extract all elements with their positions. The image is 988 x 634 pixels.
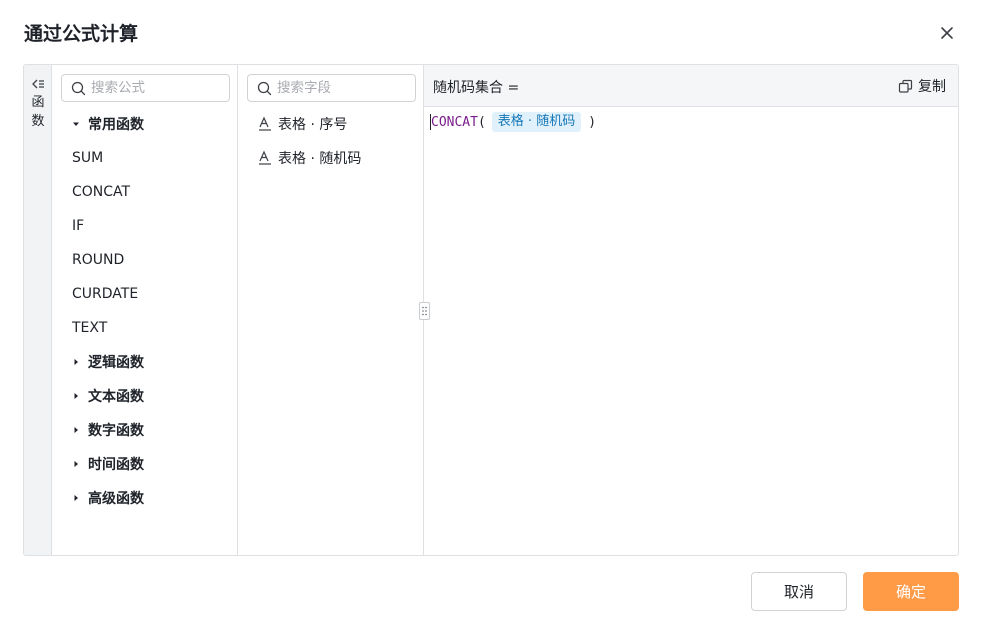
function-item-concat[interactable]: CONCAT <box>52 175 237 209</box>
formula-function-name: CONCAT <box>431 114 478 130</box>
formula-field-token[interactable]: 表格 · 随机码 <box>491 112 582 132</box>
function-group-advanced[interactable]: 高级函数 <box>52 481 237 515</box>
function-search-box <box>61 74 230 102</box>
field-item-random-code[interactable]: 表格 · 随机码 <box>238 141 423 175</box>
function-item-round[interactable]: ROUND <box>52 243 237 277</box>
function-panel-toggle-label: 函数 <box>31 95 45 129</box>
copy-label: 复制 <box>918 79 946 95</box>
caret-right-icon <box>74 495 78 501</box>
function-group-text[interactable]: 文本函数 <box>52 379 237 413</box>
caret-right-icon <box>74 393 78 399</box>
function-list: 常用函数 SUM CONCAT IF ROUND CURDATE TEXT 逻辑… <box>52 107 237 515</box>
function-group-label: 文本函数 <box>88 389 144 405</box>
function-group-common[interactable]: 常用函数 <box>52 107 237 141</box>
formula-editor: 随机码集合 = 复制 CONCAT ( 表格 · 随机码 ) <box>424 65 958 555</box>
copy-icon <box>898 79 913 93</box>
function-group-label: 时间函数 <box>88 457 144 473</box>
function-group-label: 数字函数 <box>88 423 144 439</box>
field-item-label: 表格 · 随机码 <box>278 151 362 167</box>
column-resize-handle[interactable] <box>419 302 430 320</box>
caret-right-icon <box>74 427 78 433</box>
formula-panel: 函数 常用函数 SUM CONCAT IF ROUND CURDATE TEXT… <box>23 64 959 556</box>
function-item-sum[interactable]: SUM <box>52 141 237 175</box>
function-item-text[interactable]: TEXT <box>52 311 237 345</box>
field-search-input[interactable] <box>277 75 413 101</box>
formula-close-paren: ) <box>588 114 597 130</box>
field-search-box <box>247 74 416 102</box>
editor-header: 随机码集合 = 复制 <box>424 65 958 107</box>
close-icon <box>941 27 953 39</box>
formula-open-paren: ( <box>477 114 486 130</box>
close-button[interactable] <box>936 22 958 44</box>
drag-handle-icon <box>422 306 427 316</box>
function-group-time[interactable]: 时间函数 <box>52 447 237 481</box>
function-group-label: 高级函数 <box>88 491 144 507</box>
caret-down-icon <box>73 122 79 126</box>
field-item-serial[interactable]: 表格 · 序号 <box>238 107 423 141</box>
function-item-if[interactable]: IF <box>52 209 237 243</box>
field-list: 表格 · 序号 表格 · 随机码 <box>238 107 423 175</box>
function-panel-toggle[interactable]: 函数 <box>24 65 52 555</box>
result-field-label: 随机码集合 = <box>433 80 520 96</box>
function-search-input[interactable] <box>91 75 227 101</box>
field-item-label: 表格 · 序号 <box>278 117 348 133</box>
dialog-title: 通过公式计算 <box>24 23 139 45</box>
function-group-logic[interactable]: 逻辑函数 <box>52 345 237 379</box>
function-group-label: 逻辑函数 <box>88 355 144 371</box>
collapse-left-icon <box>32 79 44 89</box>
caret-right-icon <box>74 461 78 467</box>
field-list-column: 表格 · 序号 表格 · 随机码 <box>238 65 424 555</box>
function-group-label: 常用函数 <box>88 117 144 133</box>
copy-button[interactable]: 复制 <box>898 76 946 96</box>
function-list-column: 常用函数 SUM CONCAT IF ROUND CURDATE TEXT 逻辑… <box>52 65 238 555</box>
caret-right-icon <box>74 359 78 365</box>
cancel-button[interactable]: 取消 <box>751 572 847 611</box>
function-group-number[interactable]: 数字函数 <box>52 413 237 447</box>
search-icon <box>257 81 272 96</box>
text-field-icon <box>259 150 271 165</box>
confirm-button[interactable]: 确定 <box>863 572 959 611</box>
text-field-icon <box>259 116 271 131</box>
function-item-curdate[interactable]: CURDATE <box>52 277 237 311</box>
search-icon <box>71 81 86 96</box>
formula-input[interactable]: CONCAT ( 表格 · 随机码 ) <box>430 111 596 133</box>
